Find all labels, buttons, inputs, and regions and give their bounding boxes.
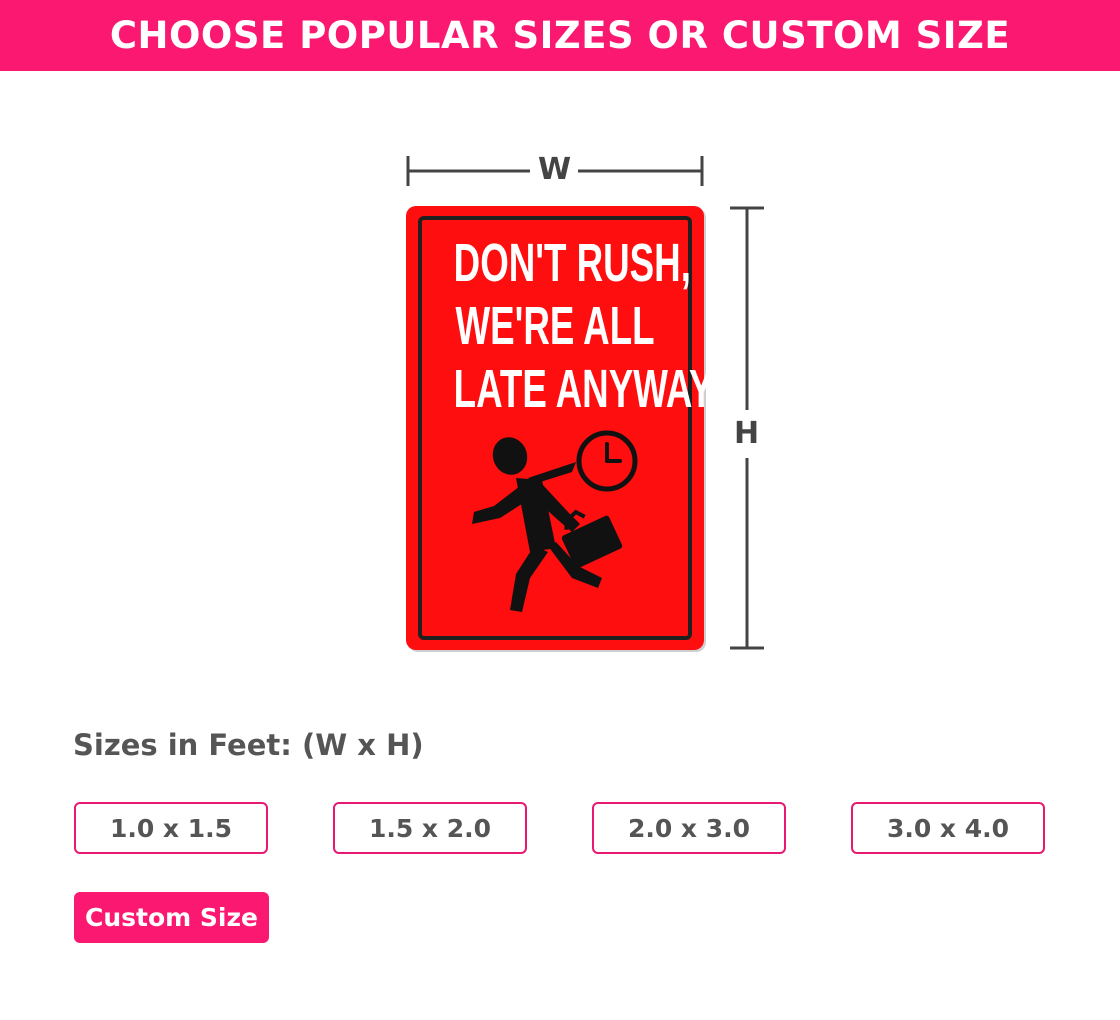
running-businessman-clock-icon (472, 430, 638, 612)
custom-size-button[interactable]: Custom Size (74, 892, 269, 943)
height-label: H (734, 416, 760, 451)
size-option-1-0x1-5[interactable]: 1.0 x 1.5 (74, 802, 268, 854)
width-label: W (538, 152, 572, 187)
size-option-3-0x4-0[interactable]: 3.0 x 4.0 (851, 802, 1045, 854)
sign-text-line: WE'RE ALL (455, 296, 655, 356)
size-option-1-5x2-0[interactable]: 1.5 x 2.0 (333, 802, 527, 854)
page-title: CHOOSE POPULAR SIZES OR CUSTOM SIZE (109, 14, 1011, 57)
sign-text: DON'T RUSH, WE'RE ALL LATE ANYWAY (453, 232, 714, 421)
header-banner: CHOOSE POPULAR SIZES OR CUSTOM SIZE (0, 0, 1120, 71)
sizes-label: Sizes in Feet: (W x H) (73, 728, 424, 762)
sign-preview: DON'T RUSH, WE'RE ALL LATE ANYWAY (406, 206, 714, 650)
size-option-2-0x3-0[interactable]: 2.0 x 3.0 (592, 802, 786, 854)
sign-text-line: DON'T RUSH, (453, 233, 691, 293)
sign-text-line: LATE ANYWAY (453, 359, 714, 419)
